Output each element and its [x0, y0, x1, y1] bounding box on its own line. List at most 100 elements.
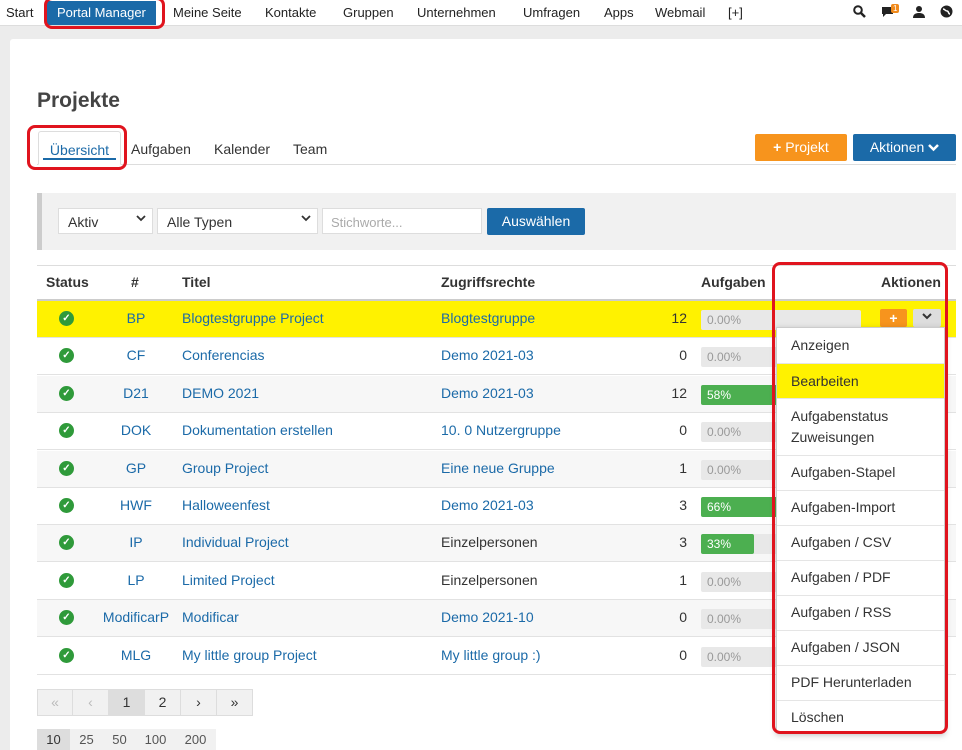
progress-label: 0.00%	[707, 425, 742, 439]
menu-item-pdf-herunterladen[interactable]: PDF Herunterladen	[777, 666, 944, 701]
keywords-input[interactable]: Stichworte...	[322, 208, 482, 234]
pagination-next[interactable]: ›	[180, 689, 217, 716]
access-group-link[interactable]: Blogtestgruppe	[441, 310, 535, 326]
page-size-10[interactable]: 10	[37, 729, 70, 750]
project-code-link[interactable]: ModificarP	[97, 609, 175, 625]
menu-item-anzeigen[interactable]: Anzeigen	[777, 328, 944, 364]
project-title-link[interactable]: Dokumentation erstellen	[182, 422, 333, 438]
column-header-access[interactable]: Zugriffsrechte	[441, 274, 535, 290]
access-group-link[interactable]: Demo 2021-03	[441, 347, 534, 363]
page-size-200[interactable]: 200	[175, 729, 216, 750]
project-title-link[interactable]: Group Project	[182, 460, 268, 476]
row-actions-menu: Anzeigen Bearbeiten Aufgabenstatus Zuwei…	[776, 327, 945, 733]
project-title-link[interactable]: Limited Project	[182, 572, 275, 588]
progress-label: 0.00%	[707, 612, 742, 626]
project-code-link[interactable]: CF	[97, 347, 175, 363]
task-count: 12	[671, 310, 687, 326]
tabs-divider	[37, 164, 956, 165]
menu-item-bearbeiten[interactable]: Bearbeiten	[777, 364, 944, 399]
menu-item-aufgaben-csv[interactable]: Aufgaben / CSV	[777, 526, 944, 561]
task-count: 12	[671, 385, 687, 401]
nav-portal-manager[interactable]: Portal Manager	[47, 1, 156, 25]
type-select[interactable]: Alle Typen	[157, 208, 318, 234]
pagination-page-2[interactable]: 2	[144, 689, 181, 716]
nav-kontakte[interactable]: Kontakte	[265, 5, 316, 20]
access-group-link[interactable]: 10. 0 Nutzergruppe	[441, 422, 561, 438]
top-navigation: Start Portal Manager Meine Seite Kontakt…	[0, 0, 962, 26]
menu-item-aufgaben-json[interactable]: Aufgaben / JSON	[777, 631, 944, 666]
menu-item-aufgaben-stapel[interactable]: Aufgaben-Stapel	[777, 456, 944, 491]
project-title-link[interactable]: Conferencias	[182, 347, 265, 363]
menu-item-loeschen[interactable]: Löschen	[777, 701, 944, 733]
pagination-last[interactable]: »	[216, 689, 253, 716]
new-project-button[interactable]: + Projekt	[755, 134, 847, 161]
access-group-link[interactable]: Eine neue Gruppe	[441, 460, 555, 476]
project-title-link[interactable]: Halloweenfest	[182, 497, 270, 513]
chevron-down-icon	[922, 313, 932, 320]
tab-team[interactable]: Team	[293, 141, 327, 157]
new-project-label: Projekt	[785, 139, 829, 155]
type-select-value: Alle Typen	[167, 214, 233, 230]
project-code-link[interactable]: BP	[97, 310, 175, 326]
status-active-icon: ✓	[59, 610, 74, 625]
project-title-link[interactable]: Modificar	[182, 609, 239, 625]
nav-webmail[interactable]: Webmail	[655, 5, 705, 20]
project-title-link[interactable]: My little group Project	[182, 647, 317, 663]
status-active-icon: ✓	[59, 498, 74, 513]
nav-apps[interactable]: Apps	[604, 5, 634, 20]
task-count: 0	[679, 609, 687, 625]
nav-umfragen[interactable]: Umfragen	[523, 5, 580, 20]
progress-label: 0.00%	[707, 650, 742, 664]
submit-filter-button[interactable]: Auswählen	[487, 208, 585, 235]
project-title-link[interactable]: Individual Project	[182, 534, 289, 550]
nav-add-more[interactable]: [+]	[728, 5, 743, 20]
project-code-link[interactable]: IP	[97, 534, 175, 550]
nav-gruppen[interactable]: Gruppen	[343, 5, 394, 20]
menu-item-aufgabenstatus-zuweisungen[interactable]: Aufgabenstatus Zuweisungen	[777, 399, 944, 456]
pagination-page-1[interactable]: 1	[108, 689, 145, 716]
column-header-tasks[interactable]: Aufgaben	[701, 274, 766, 290]
task-count: 1	[679, 572, 687, 588]
project-code-link[interactable]: LP	[97, 572, 175, 588]
tab-aufgaben[interactable]: Aufgaben	[131, 141, 191, 157]
notification-badge: 1	[891, 4, 900, 13]
row-actions-toggle[interactable]	[913, 309, 941, 327]
actions-dropdown-button[interactable]: Aktionen	[853, 134, 956, 161]
pagination-prev[interactable]: ‹	[72, 689, 109, 716]
column-header-code[interactable]: #	[131, 274, 139, 290]
project-code-link[interactable]: GP	[97, 460, 175, 476]
access-group-link[interactable]: My little group :)	[441, 647, 541, 663]
access-group-link[interactable]: Demo 2021-03	[441, 385, 534, 401]
project-code-link[interactable]: DOK	[97, 422, 175, 438]
project-code-link[interactable]: HWF	[97, 497, 175, 513]
column-header-title[interactable]: Titel	[182, 274, 211, 290]
project-code-link[interactable]: MLG	[97, 647, 175, 663]
access-group-link[interactable]: Demo 2021-03	[441, 497, 534, 513]
column-header-status[interactable]: Status	[46, 274, 89, 290]
pagination-first[interactable]: «	[37, 689, 73, 716]
status-active-icon: ✓	[59, 348, 74, 363]
nav-start[interactable]: Start	[6, 5, 33, 20]
page-size-25[interactable]: 25	[70, 729, 103, 750]
globe-icon[interactable]	[940, 5, 953, 21]
menu-item-aufgaben-import[interactable]: Aufgaben-Import	[777, 491, 944, 526]
menu-item-aufgaben-rss[interactable]: Aufgaben / RSS	[777, 596, 944, 631]
task-count: 0	[679, 347, 687, 363]
status-active-icon: ✓	[59, 648, 74, 663]
status-select[interactable]: Aktiv	[58, 208, 153, 234]
tab-uebersicht[interactable]: Übersicht	[38, 131, 121, 165]
tab-kalender[interactable]: Kalender	[214, 141, 270, 157]
project-code-link[interactable]: D21	[97, 385, 175, 401]
nav-meine-seite[interactable]: Meine Seite	[173, 5, 242, 20]
access-group-link[interactable]: Demo 2021-10	[441, 609, 534, 625]
progress-label: 58%	[707, 388, 732, 402]
nav-unternehmen[interactable]: Unternehmen	[417, 5, 496, 20]
row-add-button[interactable]: +	[880, 309, 907, 327]
project-title-link[interactable]: Blogtestgruppe Project	[182, 310, 324, 326]
search-icon[interactable]	[853, 5, 866, 21]
page-size-100[interactable]: 100	[136, 729, 175, 750]
menu-item-aufgaben-pdf[interactable]: Aufgaben / PDF	[777, 561, 944, 596]
user-icon[interactable]	[913, 5, 925, 21]
project-title-link[interactable]: DEMO 2021	[182, 385, 259, 401]
page-size-50[interactable]: 50	[103, 729, 136, 750]
